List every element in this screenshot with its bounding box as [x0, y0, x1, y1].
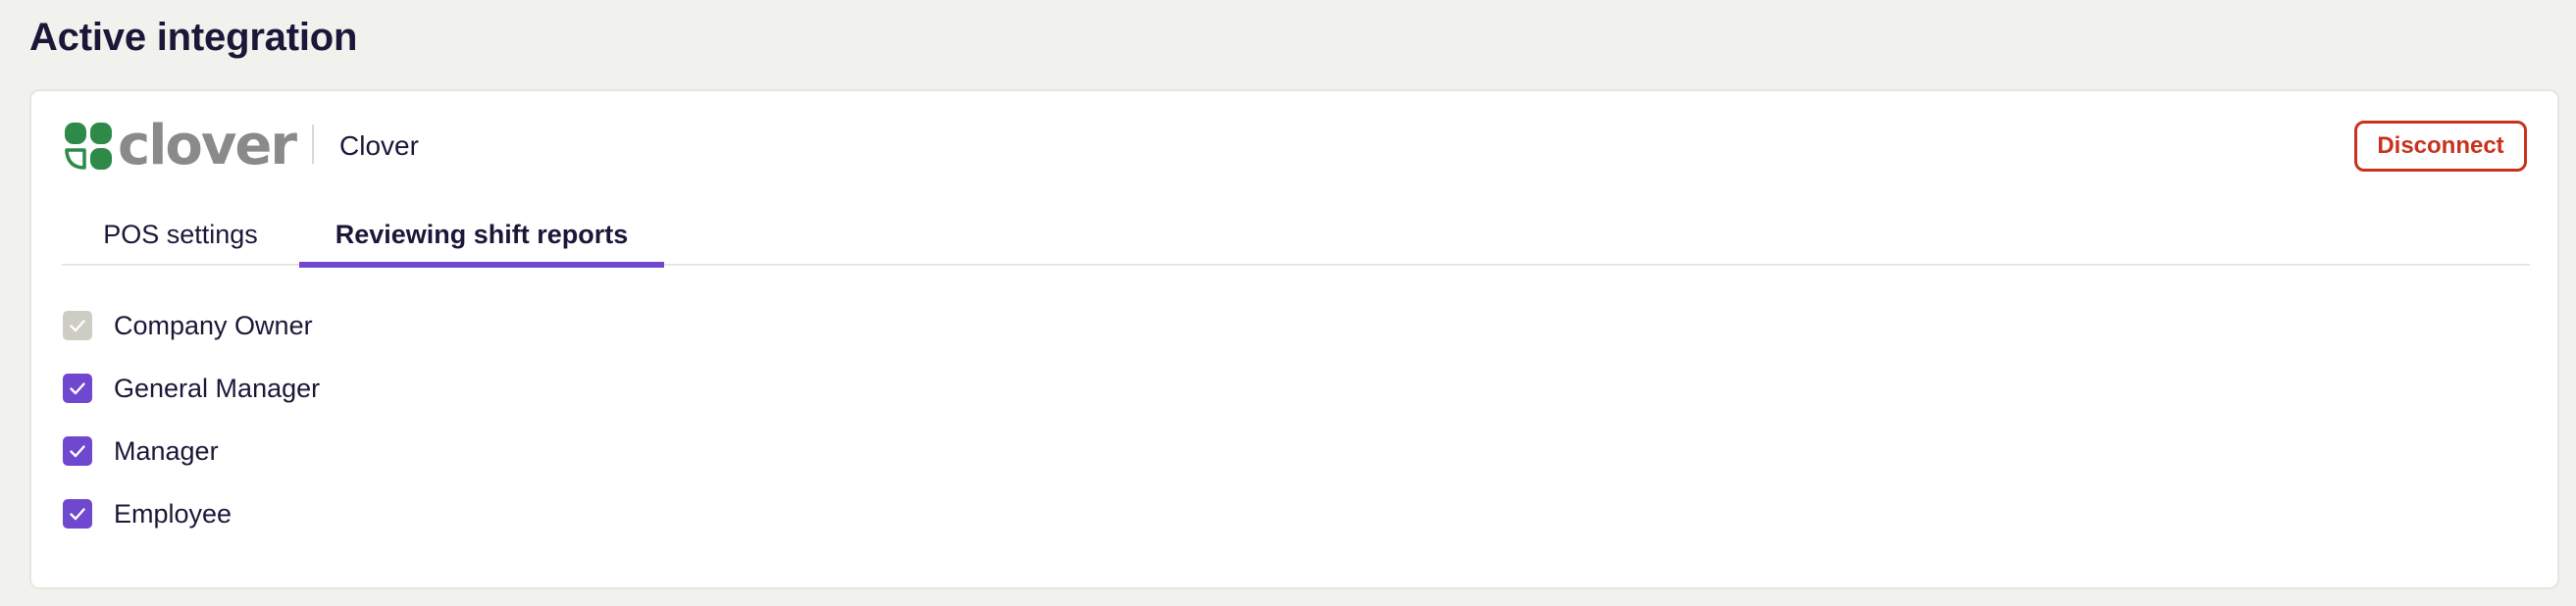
company-owner-checkbox [63, 311, 92, 340]
manager-checkbox[interactable] [63, 436, 92, 466]
role-checkbox-list: Company Owner General Manager Manager Em… [63, 309, 320, 560]
provider-name: Clover [339, 130, 419, 161]
employee-checkbox[interactable] [63, 499, 92, 529]
role-item-employee: Employee [63, 497, 320, 560]
check-icon [70, 508, 85, 521]
check-icon [70, 445, 85, 458]
page-title: Active integration [29, 16, 358, 59]
role-item-company-owner: Company Owner [63, 309, 320, 372]
check-icon [70, 382, 85, 395]
tab-bar: POS settings Reviewing shift reports [62, 211, 2530, 268]
clover-logo: clover [63, 118, 298, 175]
integration-header: clover Clover Disconnect [31, 91, 2557, 209]
role-label: Manager [114, 436, 219, 466]
disconnect-button[interactable]: Disconnect [2354, 121, 2527, 172]
check-icon [70, 320, 85, 332]
tab-pos-settings[interactable]: POS settings [62, 211, 299, 266]
header-divider [312, 125, 314, 164]
role-item-general-manager: General Manager [63, 372, 320, 434]
integration-card: clover Clover Disconnect POS settings Re… [29, 89, 2559, 589]
role-item-manager: Manager [63, 434, 320, 497]
role-label: General Manager [114, 374, 321, 403]
clover-logo-text: clover [118, 114, 297, 177]
clover-logo-icon [65, 123, 112, 170]
role-label: Employee [114, 499, 232, 529]
general-manager-checkbox[interactable] [63, 374, 92, 403]
tab-reviewing-shift-reports[interactable]: Reviewing shift reports [299, 211, 664, 268]
role-label: Company Owner [114, 311, 313, 340]
